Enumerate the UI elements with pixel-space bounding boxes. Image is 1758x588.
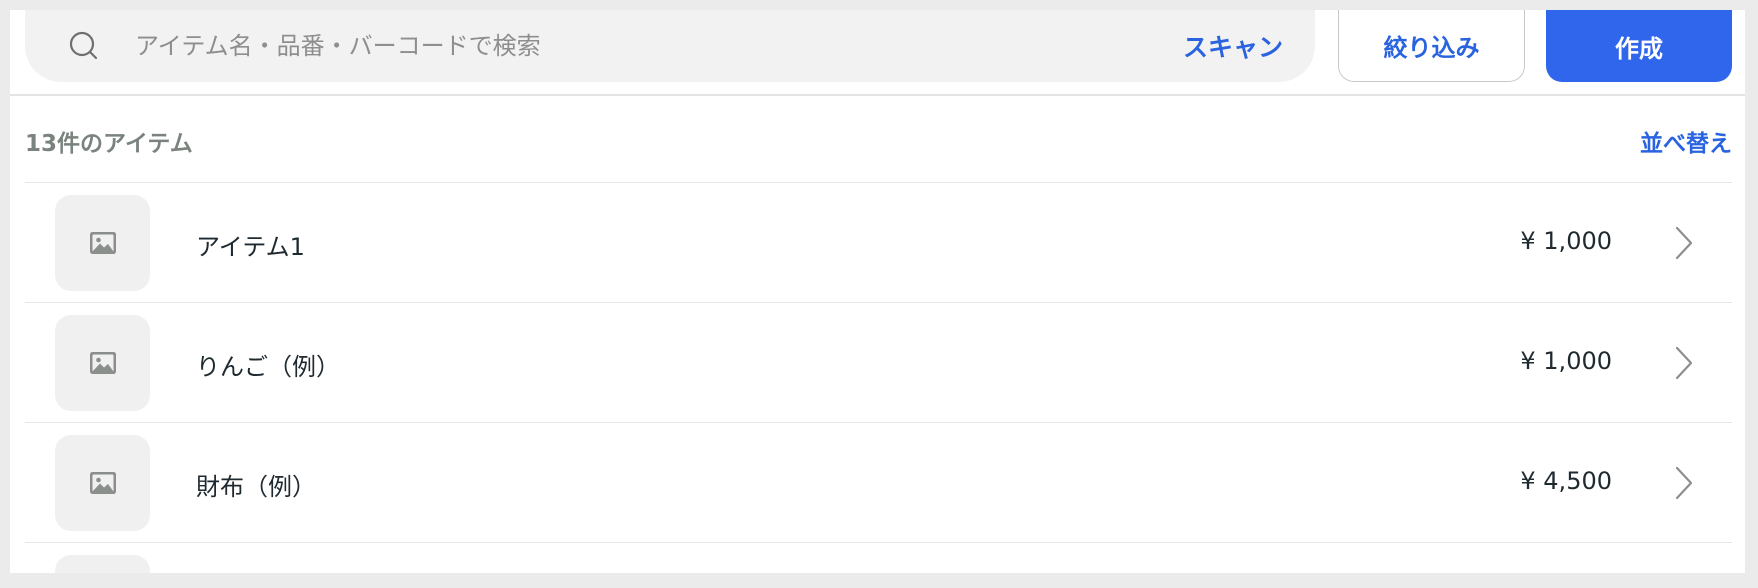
chevron-right-icon	[1675, 346, 1693, 380]
filter-button[interactable]: 絞り込み	[1338, 10, 1525, 82]
search-bar[interactable]: スキャン	[25, 10, 1315, 82]
items-screen: スキャン 絞り込み 作成 13件のアイテム 並べ替え アイテム1 ¥ 1,000	[10, 10, 1745, 573]
item-list: アイテム1 ¥ 1,000 りんご（例） ¥ 1,000 財布（例） ¥ 4,5…	[25, 183, 1732, 573]
list-item[interactable]: りんご（例） ¥ 1,000	[25, 303, 1732, 423]
sort-button[interactable]: 並べ替え	[1640, 124, 1732, 158]
list-header: 13件のアイテム 並べ替え	[25, 96, 1732, 183]
item-thumbnail	[55, 555, 150, 573]
search-input[interactable]	[135, 24, 1035, 68]
list-item-partial[interactable]	[25, 543, 1732, 573]
item-price: ¥ 4,500	[1520, 467, 1612, 495]
item-name: 財布（例）	[196, 473, 316, 501]
image-placeholder-icon	[89, 352, 116, 374]
item-thumbnail	[55, 315, 150, 411]
item-name: アイテム1	[196, 233, 305, 261]
image-placeholder-icon	[89, 232, 116, 254]
item-count-label: 13件のアイテム	[25, 131, 193, 157]
item-price: ¥ 1,000	[1520, 227, 1612, 255]
item-thumbnail	[55, 435, 150, 531]
chevron-right-icon	[1675, 226, 1693, 260]
item-price: ¥ 1,000	[1520, 347, 1612, 375]
top-toolbar: スキャン 絞り込み 作成	[10, 10, 1745, 96]
list-item[interactable]: 財布（例） ¥ 4,500	[25, 423, 1732, 543]
image-placeholder-icon	[89, 472, 116, 494]
create-button[interactable]: 作成	[1546, 10, 1732, 82]
chevron-right-icon	[1675, 466, 1693, 500]
list-item[interactable]: アイテム1 ¥ 1,000	[25, 183, 1732, 303]
item-name: りんご（例）	[196, 353, 340, 381]
search-icon	[69, 31, 98, 60]
scan-button[interactable]: スキャン	[1183, 28, 1283, 64]
item-thumbnail	[55, 195, 150, 291]
